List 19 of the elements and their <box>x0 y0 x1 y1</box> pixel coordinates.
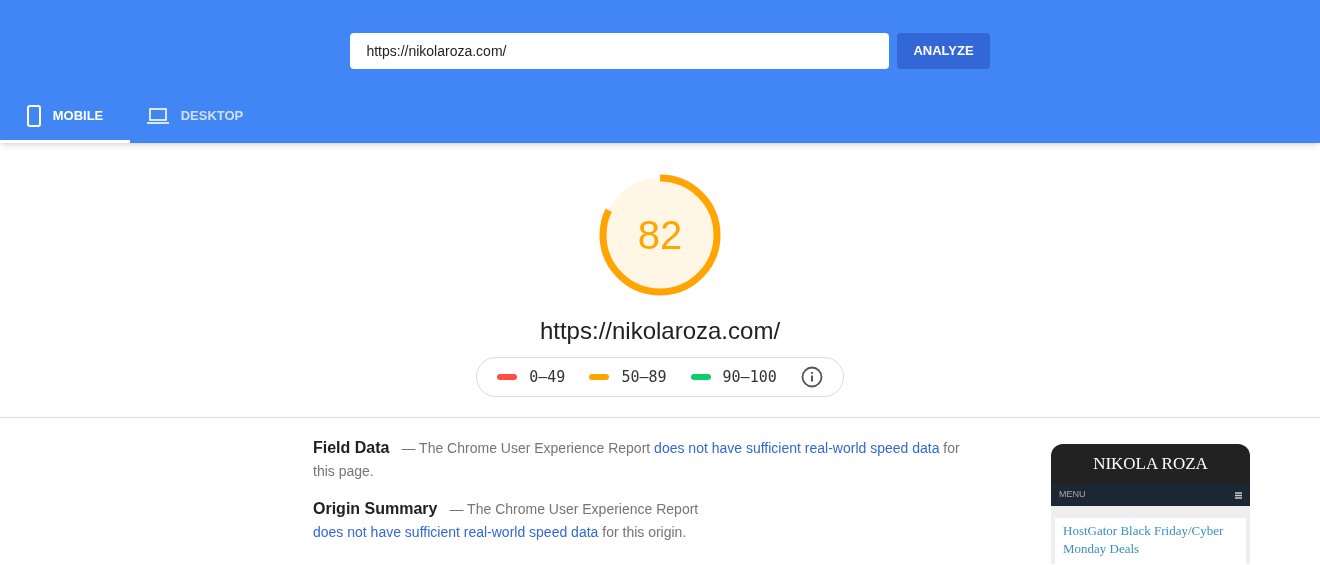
page-url: https://nikolaroza.com/ <box>539 316 781 346</box>
speed-data-link[interactable]: does not have sufficient real-world speed data <box>313 524 599 540</box>
site-title: NIKOLA ROZA <box>1051 444 1250 484</box>
url-field[interactable]: https://nikolaroza.com/ <box>350 33 890 69</box>
info-icon[interactable] <box>800 366 823 388</box>
speed-data-link[interactable]: does not have sufficient real-world speed data <box>654 440 940 456</box>
range-label: 50–89 <box>621 366 667 388</box>
laptop-icon <box>146 107 169 124</box>
menu-label: MENU <box>1059 488 1086 502</box>
device-tab[interactable]: MOBILE <box>0 91 130 143</box>
range-label: 0–49 <box>529 366 566 388</box>
section-summary: Field Data — The Chrome User Experience Report does not have sufficient real-world speed data for this page. <box>313 438 961 481</box>
post-title: HostGator Black Friday/Cyber Monday Deals <box>1063 522 1225 558</box>
phone-icon <box>26 104 41 127</box>
menu-icon <box>1235 491 1242 499</box>
range-label: 90–100 <box>722 366 777 388</box>
section-summary: Origin Summary — The Chrome User Experience Report does not have sufficient real-world speed data for this origin. <box>313 499 700 542</box>
analyze-button[interactable]: ANALYZE <box>897 33 990 69</box>
score-value: 82 <box>637 213 683 257</box>
